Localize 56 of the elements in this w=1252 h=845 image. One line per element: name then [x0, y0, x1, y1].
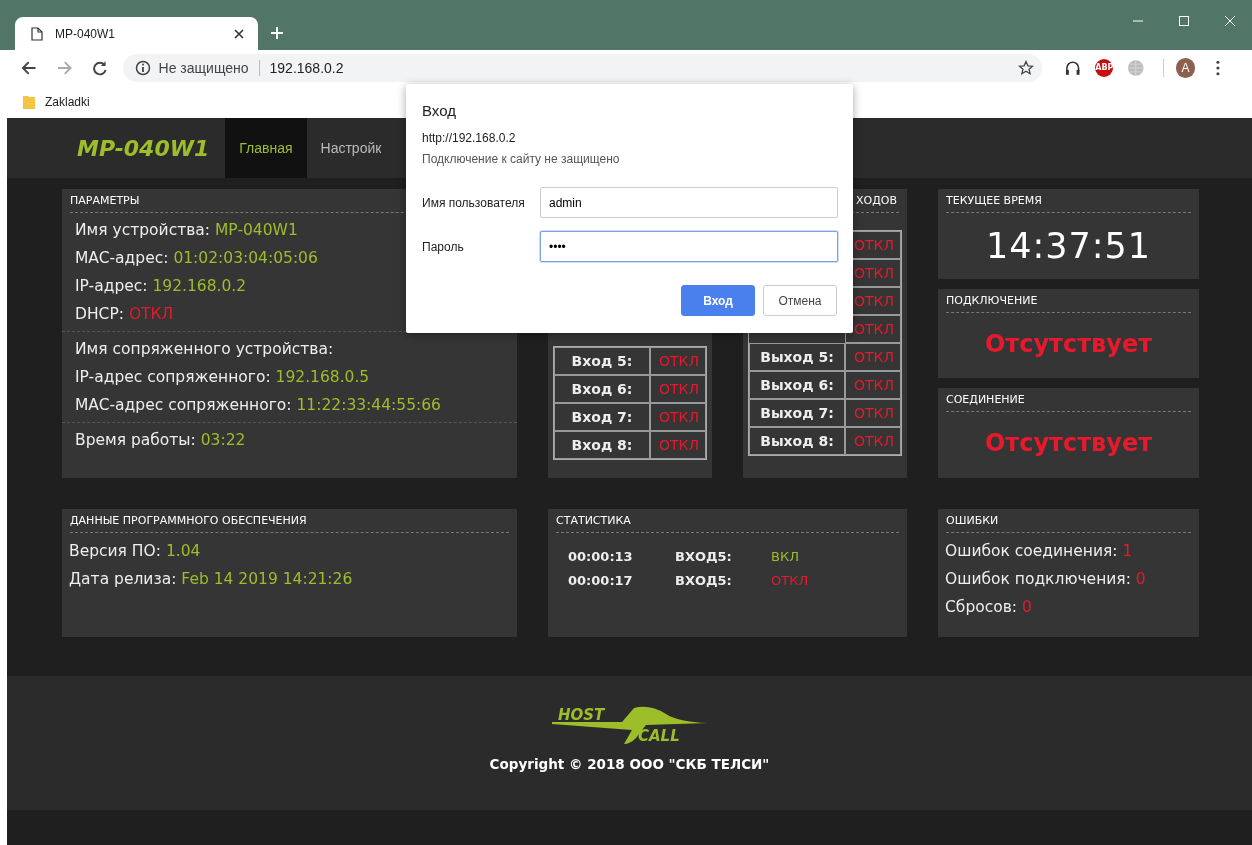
info-line: Сбросов: 0 — [945, 597, 1032, 618]
table-cell: Выход 5: — [749, 343, 845, 371]
event-state: ОТКЛ — [771, 573, 809, 588]
info-line: Время работы: 03:22 — [75, 430, 246, 451]
status-cell: ОТКЛ — [845, 371, 901, 399]
status-text: Отсутствует — [983, 428, 1154, 458]
info-line: DHCP: ОТКЛ — [75, 304, 174, 325]
event-time: 00:00:13 — [568, 549, 634, 564]
table-cell: Выход 6: — [749, 371, 845, 399]
panel-title: ХОДОВ — [856, 194, 897, 207]
status-cell: ОТКЛ — [845, 427, 901, 455]
event-time: 00:00:17 — [568, 573, 634, 588]
info-line: Имя устройства: MP-040W1 — [75, 220, 298, 241]
site-address: http://192.168.0.2 — [422, 131, 517, 145]
url-text: 192.168.0.2 — [268, 59, 344, 76]
info-line: IP-адрес: 192.168.0.2 — [75, 276, 247, 297]
panel-title: ТЕКУЩЕЕ ВРЕМЯ — [946, 194, 1042, 207]
status-cell: ОТКЛ — [845, 343, 901, 371]
status-text: Отсутствует — [983, 328, 1154, 358]
clock-time: 14:37:51 — [984, 225, 1153, 266]
info-line: MAC-адрес сопряженного: 11:22:33:44:55:66 — [75, 395, 441, 416]
panel-title: ПАРАМЕТРЫ — [70, 194, 140, 207]
info-line: Дата релиза: Feb 14 2019 14:21:26 — [69, 569, 353, 590]
field-label: Пароль — [422, 239, 465, 254]
logo: MP-040W1 — [77, 134, 210, 163]
panel-title: ДАННЫЕ ПРОГРАММНОГО ОБЕСПЕЧЕНИЯ — [70, 514, 307, 527]
table-cell: Вход 7: — [554, 403, 650, 431]
field-label: Имя пользователя — [422, 195, 526, 210]
table-cell: Вход 8: — [554, 431, 650, 459]
status-cell: ОТКЛ — [650, 347, 706, 375]
copyright-text: Copyright © 2018 ООО "СКБ ТЕЛСИ" — [489, 756, 770, 772]
status-cell: ОТКЛ — [650, 431, 706, 459]
dialog-title: Вход — [422, 102, 457, 119]
event-state: ВКЛ — [771, 549, 800, 564]
event-channel: ВХОД5: — [675, 573, 733, 588]
info-line: IP-адрес сопряженного: 192.168.0.5 — [75, 367, 370, 388]
table-cell: Выход 7: — [749, 399, 845, 427]
status-cell: ОТКЛ — [650, 375, 706, 403]
info-line: Ошибок соединения: 1 — [945, 541, 1133, 562]
table-cell: Вход 6: — [554, 375, 650, 403]
panel-title: СТАТИСТИКА — [556, 514, 631, 527]
security-note: Подключение к сайту не защищено — [422, 152, 621, 166]
info-line: Ошибок подключения: 0 — [945, 569, 1146, 590]
event-channel: ВХОД5: — [675, 549, 733, 564]
tab-title: MP-040W1 — [55, 26, 117, 41]
panel-title: СОЕДИНЕНИЕ — [946, 393, 1025, 407]
table-cell: Вход 5: — [554, 347, 650, 375]
info-line: MAC-адрес: 01:02:03:04:05:06 — [75, 248, 318, 269]
status-cell: ОТКЛ — [650, 403, 706, 431]
info-line: Версия ПО: 1.04 — [69, 541, 201, 562]
info-line: Имя сопряженного устройства: — [75, 339, 334, 360]
table-cell: Выход 8: — [749, 427, 845, 455]
panel-title: ПОДКЛЮЧЕНИЕ — [946, 293, 1038, 307]
status-cell: ОТКЛ — [845, 399, 901, 427]
security-label: Не защищено — [158, 59, 260, 76]
panel-title: ОШИБКИ — [946, 514, 999, 527]
